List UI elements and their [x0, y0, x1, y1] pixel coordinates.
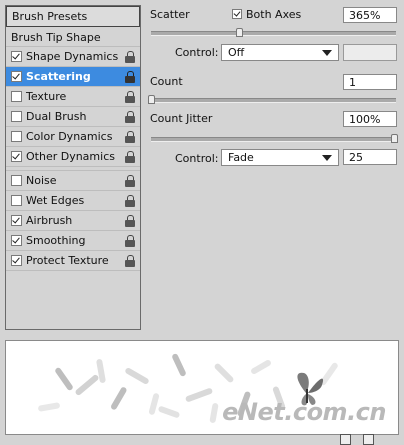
panel-footer-icons: [340, 434, 374, 445]
shape-dynamics-checkbox[interactable]: [11, 51, 22, 62]
option-wet-edges[interactable]: Wet Edges: [6, 191, 140, 211]
both-axes-checkbox[interactable]: [232, 9, 242, 19]
lock-icon[interactable]: [125, 215, 136, 227]
count-jitter-control-label: Control:: [175, 152, 219, 165]
brush-presets-item[interactable]: Brush Presets: [6, 6, 140, 27]
wet-edges-label: Wet Edges: [26, 194, 85, 207]
fade-steps-field[interactable]: 25: [343, 149, 397, 165]
option-protect-texture[interactable]: Protect Texture: [6, 251, 140, 271]
lock-icon[interactable]: [125, 151, 136, 163]
texture-label: Texture: [26, 90, 67, 103]
both-axes-label: Both Axes: [246, 8, 302, 21]
count-jitter-control-select[interactable]: Fade: [221, 149, 339, 166]
brush-stroke-preview: eNet.com.cn: [5, 340, 399, 435]
noise-checkbox[interactable]: [11, 175, 22, 186]
chevron-down-icon: [322, 155, 332, 161]
count-jitter-label: Count Jitter: [150, 112, 213, 125]
option-airbrush[interactable]: Airbrush: [6, 211, 140, 231]
brush-tip-shape-item[interactable]: Brush Tip Shape: [6, 27, 140, 47]
count-slider-thumb[interactable]: [148, 95, 155, 104]
lock-icon[interactable]: [125, 71, 136, 83]
new-preset-icon[interactable]: [340, 434, 351, 445]
scatter-control-steps-disabled: [343, 44, 397, 61]
lock-icon[interactable]: [125, 51, 136, 63]
count-value-field[interactable]: 1: [343, 74, 397, 90]
lock-icon[interactable]: [125, 111, 136, 123]
scattering-label: Scattering: [26, 70, 91, 83]
scatter-value-field[interactable]: 365%: [343, 7, 397, 23]
count-jitter-slider-thumb[interactable]: [391, 134, 398, 143]
texture-checkbox[interactable]: [11, 91, 22, 102]
scattering-checkbox[interactable]: [11, 71, 22, 82]
option-dual-brush[interactable]: Dual Brush: [6, 107, 140, 127]
option-smoothing[interactable]: Smoothing: [6, 231, 140, 251]
option-color-dynamics[interactable]: Color Dynamics: [6, 127, 140, 147]
scatter-slider-thumb[interactable]: [236, 28, 243, 37]
protect-texture-checkbox[interactable]: [11, 255, 22, 266]
count-jitter-slider-track[interactable]: [151, 137, 396, 142]
scatter-control-value: Off: [228, 46, 245, 59]
lock-icon[interactable]: [125, 131, 136, 143]
dual-brush-label: Dual Brush: [26, 110, 87, 123]
option-other-dynamics[interactable]: Other Dynamics: [6, 147, 140, 167]
scatter-slider-track[interactable]: [151, 31, 396, 36]
lock-icon[interactable]: [125, 175, 136, 187]
chevron-down-icon: [322, 50, 332, 56]
shape-dynamics-label: Shape Dynamics: [26, 50, 119, 63]
trash-icon[interactable]: [363, 434, 374, 445]
brush-options-list: Brush Presets Brush Tip Shape Shape Dyna…: [5, 5, 141, 330]
other-dynamics-label: Other Dynamics: [26, 150, 115, 163]
option-shape-dynamics[interactable]: Shape Dynamics: [6, 47, 140, 67]
lock-icon[interactable]: [125, 195, 136, 207]
lock-icon[interactable]: [125, 91, 136, 103]
count-label: Count: [150, 75, 183, 88]
smoothing-label: Smoothing: [26, 234, 86, 247]
scatter-control-label: Control:: [175, 46, 219, 59]
option-scattering[interactable]: Scattering: [6, 67, 140, 87]
color-dynamics-checkbox[interactable]: [11, 131, 22, 142]
count-jitter-control-value: Fade: [228, 151, 254, 164]
option-noise[interactable]: Noise: [6, 171, 140, 191]
lock-icon[interactable]: [125, 255, 136, 267]
smoothing-checkbox[interactable]: [11, 235, 22, 246]
count-slider-track[interactable]: [151, 98, 396, 103]
lock-icon[interactable]: [125, 235, 136, 247]
airbrush-checkbox[interactable]: [11, 215, 22, 226]
scatter-label: Scatter: [150, 8, 190, 21]
protect-texture-label: Protect Texture: [26, 254, 109, 267]
scatter-control-select[interactable]: Off: [221, 44, 339, 61]
option-texture[interactable]: Texture: [6, 87, 140, 107]
dual-brush-checkbox[interactable]: [11, 111, 22, 122]
wet-edges-checkbox[interactable]: [11, 195, 22, 206]
airbrush-label: Airbrush: [26, 214, 73, 227]
watermark-text: eNet.com.cn: [222, 398, 386, 426]
noise-label: Noise: [26, 174, 57, 187]
color-dynamics-label: Color Dynamics: [26, 130, 113, 143]
other-dynamics-checkbox[interactable]: [11, 151, 22, 162]
count-jitter-value-field[interactable]: 100%: [343, 111, 397, 127]
